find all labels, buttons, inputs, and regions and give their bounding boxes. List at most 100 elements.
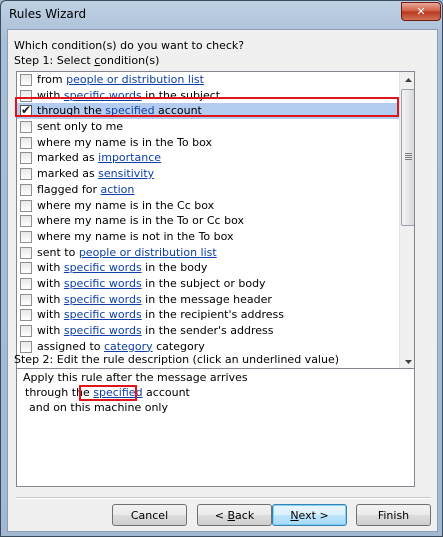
condition-link[interactable]: specific words bbox=[64, 261, 142, 274]
condition-checkbox[interactable] bbox=[20, 230, 32, 243]
condition-text: with bbox=[37, 324, 64, 337]
condition-text: flagged for bbox=[37, 182, 101, 196]
step2-label: Step 2: Edit the rule description (click… bbox=[14, 353, 340, 366]
condition-link[interactable]: importance bbox=[98, 151, 161, 164]
condition-text: sent only to me bbox=[37, 120, 124, 134]
rule-description-box[interactable]: Apply this rule after the message arrive… bbox=[16, 368, 415, 487]
condition-checkbox[interactable] bbox=[20, 168, 32, 181]
condition-checkbox[interactable] bbox=[20, 293, 32, 306]
condition-link[interactable]: specified bbox=[105, 104, 154, 117]
condition-text: in the sender's address bbox=[141, 324, 274, 337]
specified-link[interactable]: specified bbox=[93, 386, 142, 399]
condition-row[interactable]: flagged for action bbox=[17, 182, 399, 198]
condition-checkbox[interactable] bbox=[20, 309, 32, 322]
condition-checkbox[interactable] bbox=[20, 89, 32, 102]
condition-row[interactable]: ✔ through the specified account bbox=[17, 103, 399, 120]
condition-text: through the bbox=[37, 104, 106, 118]
grip-line bbox=[405, 153, 412, 154]
next-label: Next > bbox=[290, 508, 329, 522]
close-button[interactable]: ✕ bbox=[401, 2, 441, 21]
step1-label: Step 1: Select condition(s) bbox=[14, 54, 160, 67]
condition-checkbox[interactable] bbox=[20, 199, 32, 212]
condition-text: with bbox=[37, 261, 64, 275]
condition-row[interactable]: marked as importance bbox=[17, 150, 399, 166]
condition-text: in the recipient's address bbox=[141, 308, 284, 322]
condition-checkbox[interactable] bbox=[20, 183, 32, 196]
condition-row[interactable]: with specific words in the body bbox=[17, 260, 399, 276]
conditions-items: from people or distribution list with spe… bbox=[17, 72, 399, 354]
condition-checkbox[interactable] bbox=[20, 277, 32, 290]
condition-text: marked as bbox=[37, 167, 99, 181]
scroll-thumb[interactable] bbox=[401, 89, 414, 226]
condition-row[interactable]: with specific words in the sender's addr… bbox=[17, 323, 399, 339]
dialog-body: Which condition(s) do you want to check?… bbox=[7, 29, 438, 532]
desc-line-3: and on this machine only bbox=[29, 401, 168, 414]
condition-checkbox[interactable] bbox=[20, 215, 32, 228]
cancel-button[interactable]: Cancel bbox=[112, 504, 187, 526]
condition-text: with bbox=[37, 88, 64, 102]
condition-text: account bbox=[154, 104, 202, 118]
condition-row[interactable]: from people or distribution list bbox=[17, 72, 399, 88]
condition-checkbox[interactable] bbox=[20, 74, 32, 86]
condition-link[interactable]: specific words bbox=[64, 293, 142, 306]
condition-text: with bbox=[37, 292, 64, 306]
condition-text: sent to bbox=[37, 245, 79, 259]
condition-row[interactable]: sent to people or distribution list bbox=[17, 245, 399, 261]
condition-link[interactable]: specific words bbox=[64, 308, 142, 321]
condition-text: with bbox=[37, 308, 64, 322]
condition-checkbox[interactable] bbox=[20, 152, 32, 165]
condition-text: in the subject bbox=[141, 88, 221, 102]
condition-link[interactable]: specific words bbox=[64, 324, 142, 337]
condition-link[interactable]: specific words bbox=[64, 277, 142, 290]
grip-line bbox=[405, 155, 412, 156]
condition-checkbox[interactable]: ✔ bbox=[20, 103, 32, 118]
condition-row[interactable]: with specific words in the message heade… bbox=[17, 292, 399, 308]
condition-link[interactable]: category bbox=[104, 340, 153, 353]
condition-link[interactable]: people or distribution list bbox=[79, 246, 217, 259]
scroll-up-button[interactable] bbox=[400, 72, 414, 88]
checkmark-icon: ✔ bbox=[21, 103, 32, 118]
back-button[interactable]: < Back bbox=[197, 504, 272, 526]
next-button[interactable]: Next > bbox=[272, 504, 347, 526]
desc-line-2: through the specified account bbox=[25, 386, 190, 399]
condition-text: category bbox=[152, 339, 205, 353]
condition-link[interactable]: action bbox=[101, 183, 135, 196]
title-bar[interactable]: Rules Wizard ✕ bbox=[1, 1, 442, 29]
condition-text: where my name is in the To box bbox=[37, 135, 213, 149]
condition-row[interactable]: with specific words in the recipient's a… bbox=[17, 307, 399, 323]
condition-link[interactable]: specific words bbox=[64, 89, 142, 102]
question-label: Which condition(s) do you want to check? bbox=[14, 39, 245, 52]
condition-row[interactable]: with specific words in the subject bbox=[17, 88, 399, 104]
condition-text: with bbox=[37, 276, 64, 290]
condition-row[interactable]: sent only to me bbox=[17, 119, 399, 135]
close-icon: ✕ bbox=[416, 5, 426, 18]
condition-link[interactable]: sensitivity bbox=[98, 167, 154, 180]
condition-link[interactable]: people or distribution list bbox=[66, 73, 204, 86]
arrow-up-icon bbox=[404, 78, 412, 82]
condition-checkbox[interactable] bbox=[20, 325, 32, 337]
condition-row[interactable]: where my name is not in the To box bbox=[17, 229, 399, 245]
condition-checkbox[interactable] bbox=[20, 340, 32, 353]
condition-row[interactable]: where my name is in the To box bbox=[17, 135, 399, 151]
finish-button[interactable]: Finish bbox=[356, 504, 431, 526]
condition-checkbox[interactable] bbox=[20, 121, 32, 134]
condition-row[interactable]: with specific words in the subject or bo… bbox=[17, 276, 399, 292]
condition-checkbox[interactable] bbox=[20, 136, 32, 149]
condition-text: where my name is in the Cc box bbox=[37, 198, 215, 212]
rules-wizard-window: Rules Wizard ✕ Which condition(s) do you… bbox=[0, 0, 443, 537]
condition-text: where my name is not in the To box bbox=[37, 229, 234, 243]
cancel-label: Cancel bbox=[130, 508, 169, 522]
conditions-scrollbar[interactable] bbox=[399, 72, 414, 370]
window-title: Rules Wizard bbox=[9, 7, 87, 21]
condition-checkbox[interactable] bbox=[20, 262, 32, 275]
condition-row[interactable]: marked as sensitivity bbox=[17, 166, 399, 182]
arrow-down-icon bbox=[404, 360, 412, 364]
condition-checkbox[interactable] bbox=[20, 246, 32, 259]
finish-label: Finish bbox=[377, 508, 410, 522]
conditions-list[interactable]: from people or distribution list with spe… bbox=[16, 71, 415, 371]
desc-line-1: Apply this rule after the message arrive… bbox=[23, 371, 248, 384]
condition-row[interactable]: where my name is in the To or Cc box bbox=[17, 213, 399, 229]
condition-row[interactable]: where my name is in the Cc box bbox=[17, 198, 399, 214]
condition-text: marked as bbox=[37, 151, 99, 165]
grip-line bbox=[405, 159, 412, 160]
